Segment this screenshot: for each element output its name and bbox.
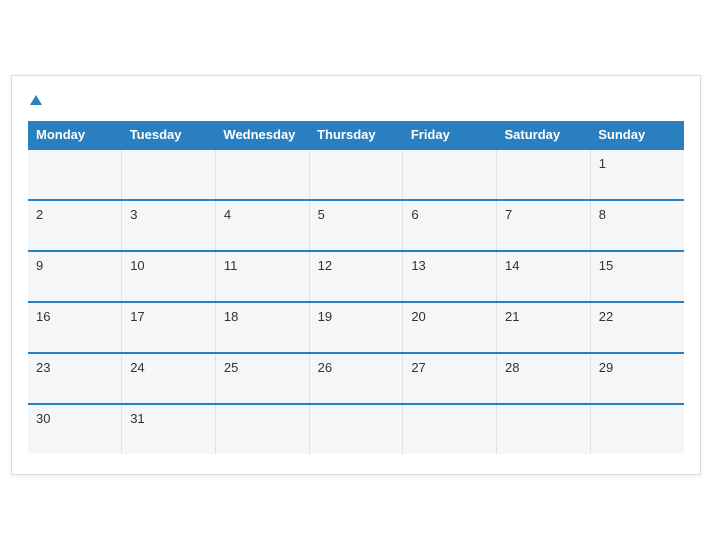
day-number: 14	[505, 258, 519, 273]
calendar-grid: MondayTuesdayWednesdayThursdayFridaySatu…	[28, 121, 684, 454]
day-number: 1	[599, 156, 606, 171]
calendar-day-cell: 24	[122, 353, 216, 404]
calendar-day-cell: 4	[215, 200, 309, 251]
calendar-day-cell: 29	[590, 353, 684, 404]
calendar-header	[28, 92, 684, 110]
calendar-day-cell	[122, 149, 216, 200]
calendar-day-cell	[215, 149, 309, 200]
calendar-day-cell: 18	[215, 302, 309, 353]
calendar-day-cell	[497, 149, 591, 200]
day-number: 22	[599, 309, 613, 324]
calendar-day-cell: 8	[590, 200, 684, 251]
day-number: 3	[130, 207, 137, 222]
day-number: 4	[224, 207, 231, 222]
day-number: 12	[318, 258, 332, 273]
calendar-container: MondayTuesdayWednesdayThursdayFridaySatu…	[11, 75, 701, 476]
day-number: 13	[411, 258, 425, 273]
day-number: 6	[411, 207, 418, 222]
calendar-day-cell: 7	[497, 200, 591, 251]
calendar-day-cell: 27	[403, 353, 497, 404]
calendar-weekdays-header: MondayTuesdayWednesdayThursdayFridaySatu…	[28, 121, 684, 149]
weekday-header-wednesday: Wednesday	[215, 121, 309, 149]
calendar-day-cell: 22	[590, 302, 684, 353]
day-number: 5	[318, 207, 325, 222]
weekday-header-friday: Friday	[403, 121, 497, 149]
calendar-day-cell: 14	[497, 251, 591, 302]
calendar-day-cell: 21	[497, 302, 591, 353]
weekday-header-tuesday: Tuesday	[122, 121, 216, 149]
day-number: 31	[130, 411, 144, 426]
day-number: 15	[599, 258, 613, 273]
calendar-day-cell: 15	[590, 251, 684, 302]
calendar-week-row: 30 31	[28, 404, 684, 454]
calendar-day-cell: 13	[403, 251, 497, 302]
day-number: 24	[130, 360, 144, 375]
day-number: 16	[36, 309, 50, 324]
calendar-day-cell	[497, 404, 591, 454]
calendar-day-cell: 6	[403, 200, 497, 251]
logo-area	[28, 92, 42, 110]
calendar-week-row: 23 24 25 26 27 28 29	[28, 353, 684, 404]
day-number: 18	[224, 309, 238, 324]
calendar-day-cell: 25	[215, 353, 309, 404]
day-number: 8	[599, 207, 606, 222]
calendar-day-cell: 19	[309, 302, 403, 353]
weekday-header-sunday: Sunday	[590, 121, 684, 149]
day-number: 21	[505, 309, 519, 324]
calendar-day-cell: 16	[28, 302, 122, 353]
calendar-day-cell: 10	[122, 251, 216, 302]
day-number: 25	[224, 360, 238, 375]
calendar-day-cell	[215, 404, 309, 454]
calendar-day-cell: 17	[122, 302, 216, 353]
calendar-day-cell: 23	[28, 353, 122, 404]
calendar-day-cell: 31	[122, 404, 216, 454]
calendar-day-cell	[403, 149, 497, 200]
day-number: 26	[318, 360, 332, 375]
day-number: 7	[505, 207, 512, 222]
calendar-day-cell: 1	[590, 149, 684, 200]
day-number: 29	[599, 360, 613, 375]
day-number: 27	[411, 360, 425, 375]
day-number: 11	[224, 258, 238, 273]
day-number: 30	[36, 411, 50, 426]
calendar-day-cell: 26	[309, 353, 403, 404]
day-number: 2	[36, 207, 43, 222]
day-number: 28	[505, 360, 519, 375]
calendar-day-cell: 5	[309, 200, 403, 251]
calendar-day-cell	[309, 404, 403, 454]
weekday-header-saturday: Saturday	[497, 121, 591, 149]
logo-general	[28, 92, 42, 110]
calendar-day-cell	[309, 149, 403, 200]
calendar-day-cell: 28	[497, 353, 591, 404]
calendar-week-row: 16 17 18 19 20 21 22	[28, 302, 684, 353]
calendar-week-row: 2 3 4 5 6 7 8	[28, 200, 684, 251]
calendar-day-cell: 2	[28, 200, 122, 251]
logo-triangle-icon	[30, 95, 42, 105]
calendar-day-cell	[28, 149, 122, 200]
calendar-week-row: 9 10 11 12 13 14 15	[28, 251, 684, 302]
day-number: 10	[130, 258, 144, 273]
day-number: 23	[36, 360, 50, 375]
calendar-body: 1234567891011121314151617181920212223242…	[28, 149, 684, 454]
day-number: 20	[411, 309, 425, 324]
calendar-day-cell	[403, 404, 497, 454]
calendar-day-cell: 12	[309, 251, 403, 302]
calendar-day-cell	[590, 404, 684, 454]
weekday-header-row: MondayTuesdayWednesdayThursdayFridaySatu…	[28, 121, 684, 149]
day-number: 17	[130, 309, 144, 324]
calendar-day-cell: 9	[28, 251, 122, 302]
calendar-day-cell: 3	[122, 200, 216, 251]
calendar-day-cell: 30	[28, 404, 122, 454]
day-number: 9	[36, 258, 43, 273]
calendar-day-cell: 11	[215, 251, 309, 302]
calendar-week-row: 1	[28, 149, 684, 200]
calendar-day-cell: 20	[403, 302, 497, 353]
weekday-header-thursday: Thursday	[309, 121, 403, 149]
day-number: 19	[318, 309, 332, 324]
weekday-header-monday: Monday	[28, 121, 122, 149]
